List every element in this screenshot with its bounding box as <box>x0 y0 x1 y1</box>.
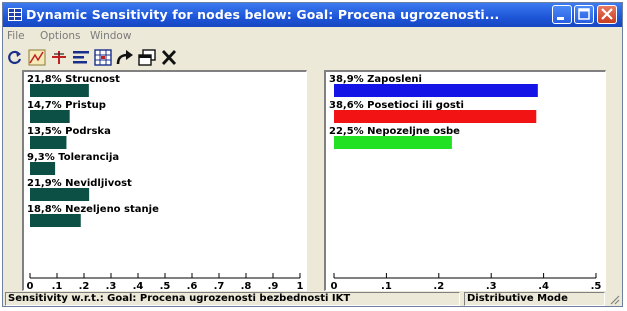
bar-label: 21,8% Strucnost <box>27 74 120 85</box>
cross-hair-icon[interactable] <box>50 49 68 66</box>
bar <box>334 136 452 149</box>
bar-label: 38,6% Posetioci ili gosti <box>329 100 464 111</box>
bar-label: 18,8% Nezeljeno stanje <box>27 204 159 215</box>
status-left-text: Sensitivity w.r.t.: Goal: Procena ugroze… <box>8 293 351 304</box>
bar <box>334 84 538 97</box>
bar <box>30 84 89 97</box>
x-tick-label: 0 <box>27 281 34 291</box>
close-x-icon[interactable] <box>160 49 178 66</box>
bar-label: 13,5% Podrska <box>27 126 111 137</box>
copy-window-icon[interactable] <box>138 49 156 66</box>
bar <box>30 110 70 123</box>
left-sensitivity-pane: 21,8% Strucnost 14,7% Pristup 13,5% Podrsk… <box>22 70 307 291</box>
x-tick-label: .6 <box>187 281 198 291</box>
sensitivity-curve-icon[interactable] <box>28 49 46 66</box>
status-right-text: Distributive Mode <box>467 293 568 304</box>
right-bar-chart: 38,9% Zaposleni 38,6% Posetioci ili gosti… <box>329 74 602 291</box>
x-tick-label: .9 <box>268 281 279 291</box>
x-tick-label: .2 <box>79 281 90 291</box>
maximize-icon <box>578 8 590 20</box>
status-mode: Distributive Mode <box>464 292 605 306</box>
left-bar-chart: 21,8% Strucnost 14,7% Pristup 13,5% Podrsk… <box>27 74 304 291</box>
bar-label: 21,9% Nevidljivost <box>27 178 132 189</box>
close-icon <box>601 8 613 20</box>
minimize-button[interactable] <box>552 5 572 24</box>
x-tick-label: 1 <box>297 281 304 291</box>
window-title: Dynamic Sensitivity for nodes below: Goa… <box>26 7 500 22</box>
menu-file[interactable]: File <box>7 30 25 42</box>
maximize-button[interactable] <box>574 5 594 24</box>
minimize-icon <box>557 17 564 20</box>
app-icon <box>8 8 22 21</box>
x-tick-label: .3 <box>486 281 497 291</box>
x-tick-label: .7 <box>214 281 225 291</box>
bar <box>30 136 67 149</box>
menu-window[interactable]: Window <box>90 30 131 42</box>
menu-options[interactable]: Options <box>40 30 81 42</box>
bar <box>30 162 56 175</box>
redo-arrow-icon[interactable] <box>116 49 134 66</box>
x-tick-label: .1 <box>381 281 392 291</box>
x-tick-label: .4 <box>133 281 144 291</box>
title-bar[interactable]: Dynamic Sensitivity for nodes below: Goa… <box>3 3 622 27</box>
bar <box>30 214 81 227</box>
bar <box>334 110 537 123</box>
status-bar: Sensitivity w.r.t.: Goal: Procena ugroze… <box>3 292 622 307</box>
bar-label: 9,3% Tolerancija <box>27 152 119 163</box>
right-sensitivity-pane: 38,9% Zaposleni 38,6% Posetioci ili gosti… <box>324 70 606 291</box>
status-sensitivity-wrt: Sensitivity w.r.t.: Goal: Procena ugroze… <box>5 292 460 306</box>
bar-label: 14,7% Pristup <box>27 100 106 111</box>
x-tick-label: .2 <box>433 281 444 291</box>
close-button[interactable] <box>597 5 617 24</box>
bar-label: 38,9% Zaposleni <box>329 74 422 85</box>
grid-icon[interactable] <box>94 49 112 66</box>
refresh-icon[interactable] <box>6 49 24 66</box>
x-tick-label: .5 <box>591 281 602 291</box>
x-tick-label: .5 <box>160 281 171 291</box>
bar-label: 22,5% Nepozeljne osbe <box>329 126 460 137</box>
x-tick-label: .3 <box>106 281 117 291</box>
x-tick-label: .8 <box>241 281 252 291</box>
x-tick-label: 0 <box>331 281 338 291</box>
toolbar <box>3 46 622 68</box>
sort-icon[interactable] <box>72 49 90 66</box>
sensitivity-window: Dynamic Sensitivity for nodes below: Goa… <box>2 2 623 307</box>
x-tick-label: .4 <box>538 281 549 291</box>
resize-grip-icon[interactable] <box>608 293 620 305</box>
menu-bar: File Options Window <box>3 27 622 45</box>
bar <box>30 188 90 201</box>
x-tick-label: .1 <box>52 281 63 291</box>
